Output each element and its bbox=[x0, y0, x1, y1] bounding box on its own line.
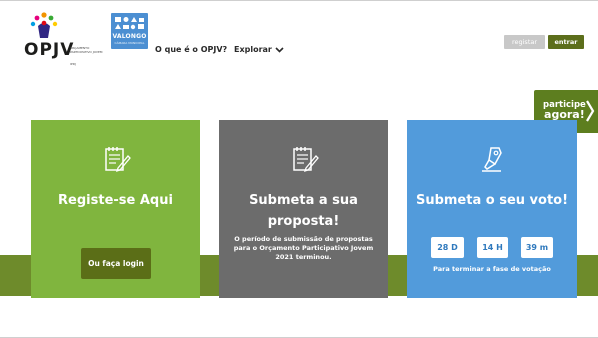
opjv-logo[interactable]: OPJV ORÇAMENTO PARTICIPATIVO JOVEM IPDJ bbox=[24, 12, 102, 68]
countdown-hours: 14 H bbox=[477, 237, 508, 258]
countdown-minutes: 39 m bbox=[521, 237, 553, 258]
chevron-right-icon bbox=[586, 100, 595, 122]
submit-proposal-icon bbox=[292, 147, 319, 173]
nav-what-is-opjv[interactable]: O que é o OPJV? bbox=[155, 45, 227, 54]
valongo-tagline: CÂMARA MUNICIPAL bbox=[114, 41, 145, 45]
valongo-logo[interactable]: VALONGO CÂMARA MUNICIPAL bbox=[111, 13, 148, 49]
register-button[interactable]: registar bbox=[504, 35, 545, 49]
logo-subtitle: ORÇAMENTO PARTICIPATIVO JOVEM bbox=[70, 46, 103, 54]
login-button[interactable]: entrar bbox=[548, 35, 584, 49]
register-card: Registe-se Aqui Ou faça login bbox=[31, 120, 200, 298]
register-form-icon bbox=[104, 147, 131, 173]
vote-card: Submeta o seu voto! 28 D 14 H 39 m Para … bbox=[407, 120, 577, 298]
participate-text: participe agora! bbox=[543, 100, 586, 120]
vote-card-title: Submeta o seu voto! bbox=[415, 193, 569, 208]
proposal-card-description: O período de submissão de propostas para… bbox=[233, 235, 374, 261]
proposal-card: Submeta a sua proposta! O período de sub… bbox=[219, 120, 388, 298]
countdown-caption: Para terminar a fase de votação bbox=[433, 265, 551, 273]
logo-ipdj: IPDJ bbox=[70, 62, 76, 66]
logo-figure-icon bbox=[30, 12, 58, 38]
valongo-name: VALONGO bbox=[112, 33, 147, 40]
or-login-button[interactable]: Ou faça login bbox=[81, 248, 151, 279]
participate-line2: agora! bbox=[544, 108, 585, 121]
countdown: 28 D 14 H 39 m bbox=[431, 237, 553, 258]
proposal-card-title: Submeta a sua proposta! bbox=[249, 193, 358, 229]
logo-wordmark: OPJV bbox=[24, 40, 75, 60]
nav-explorar[interactable]: Explorar bbox=[234, 45, 284, 54]
chevron-down-icon bbox=[275, 46, 284, 53]
top-border bbox=[0, 0, 598, 1]
vote-pen-icon bbox=[482, 147, 502, 172]
countdown-days: 28 D bbox=[431, 237, 464, 258]
nav-explorar-label: Explorar bbox=[234, 45, 272, 54]
register-card-title: Registe-se Aqui bbox=[58, 193, 173, 208]
municipality-pictograms-icon bbox=[115, 17, 144, 30]
